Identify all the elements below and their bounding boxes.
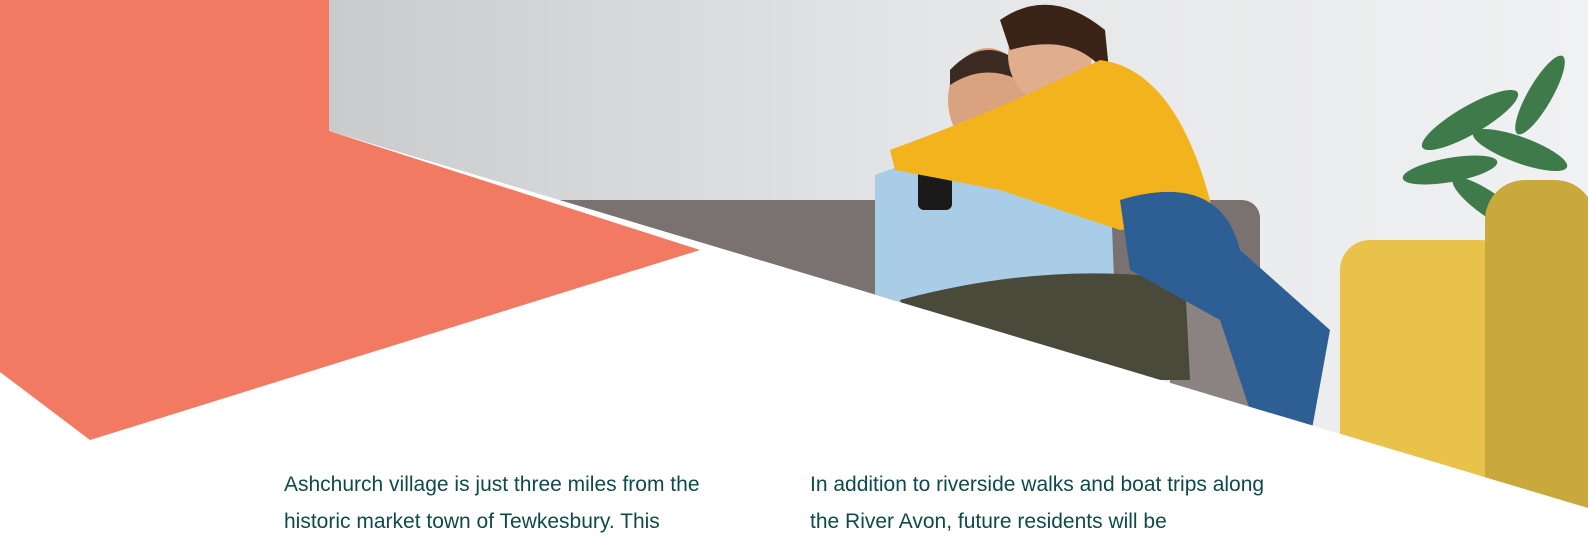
hero-banner: [0, 0, 1588, 535]
intro-paragraph-right: In addition to riverside walks and boat …: [810, 473, 1265, 533]
hero-graphic: [0, 0, 1588, 508]
intro-paragraph-left: Ashchurch village is just three miles fr…: [284, 473, 700, 533]
yellow-armchair: [1340, 240, 1510, 508]
